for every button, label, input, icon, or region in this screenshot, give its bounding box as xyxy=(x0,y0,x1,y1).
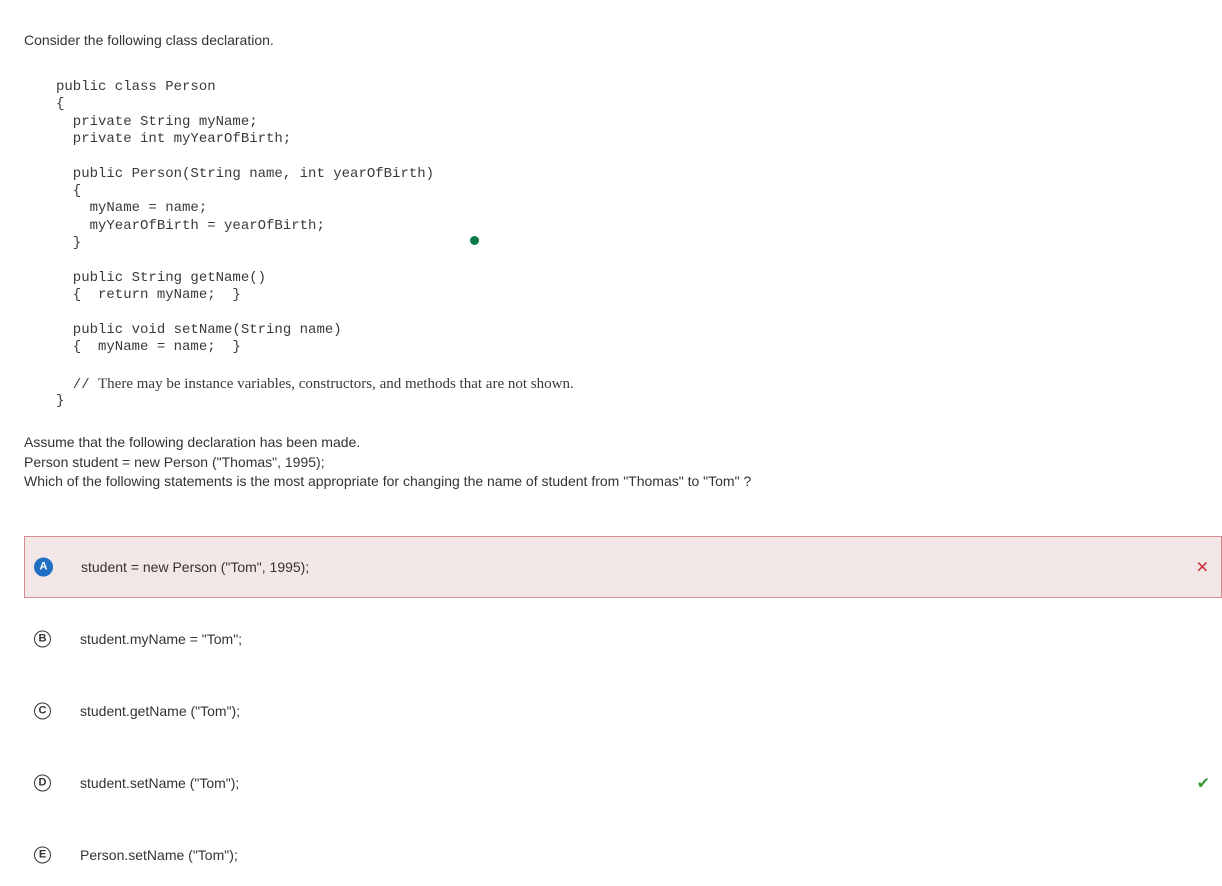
close-icon: ✕ xyxy=(1195,557,1209,577)
question-text: Assume that the following declaration ha… xyxy=(24,433,751,492)
option-text: student.myName = "Tom"; xyxy=(80,631,243,647)
option-text: student.setName ("Tom"); xyxy=(80,775,240,791)
question-line: Which of the following statements is the… xyxy=(24,473,752,489)
option-d[interactable]: D student.setName ("Tom"); ✔ xyxy=(24,752,1222,814)
code-line: myName = name; xyxy=(56,200,208,216)
code-line: public class Person xyxy=(56,79,216,95)
question-intro: Consider the following class declaration… xyxy=(24,32,274,48)
option-letter: A xyxy=(34,557,53,577)
option-letter: D xyxy=(34,774,51,792)
code-line: private String myName; xyxy=(56,114,258,130)
dot-marker xyxy=(470,236,479,245)
code-line: } xyxy=(56,393,65,409)
code-line: public String getName() xyxy=(56,270,267,286)
code-line: { xyxy=(56,183,82,199)
option-c[interactable]: C student.getName ("Tom"); xyxy=(24,680,1222,742)
code-line: { xyxy=(56,96,65,112)
code-line: { myName = name; } xyxy=(56,339,241,355)
question-line: Person student = new Person ("Thomas", 1… xyxy=(24,453,325,470)
code-line: { return myName; } xyxy=(56,287,241,303)
code-line: } xyxy=(56,235,82,251)
question-line: Assume that the following declaration ha… xyxy=(24,434,361,450)
option-text: student.getName ("Tom"); xyxy=(80,703,241,719)
code-line: public void setName(String name) xyxy=(56,322,342,338)
option-letter: C xyxy=(34,702,51,720)
option-text: Person.setName ("Tom"); xyxy=(80,847,238,863)
code-comment: // There may be instance variables, cons… xyxy=(56,376,574,394)
option-b[interactable]: B student.myName = "Tom"; xyxy=(24,608,1222,670)
option-letter: E xyxy=(34,846,51,864)
option-letter: B xyxy=(34,630,51,648)
code-line: myYearOfBirth = yearOfBirth; xyxy=(56,218,325,234)
option-a[interactable]: A student = new Person ("Tom", 1995); ✕ xyxy=(24,536,1222,598)
check-icon: ✔ xyxy=(1196,773,1210,793)
code-line: private int myYearOfBirth; xyxy=(56,131,292,147)
comment-text: There may be instance variables, constru… xyxy=(98,376,574,392)
comment-marker: // xyxy=(56,377,99,393)
code-line: public Person(String name, int yearOfBir… xyxy=(56,166,435,182)
option-text: student = new Person ("Tom", 1995); xyxy=(81,559,310,575)
